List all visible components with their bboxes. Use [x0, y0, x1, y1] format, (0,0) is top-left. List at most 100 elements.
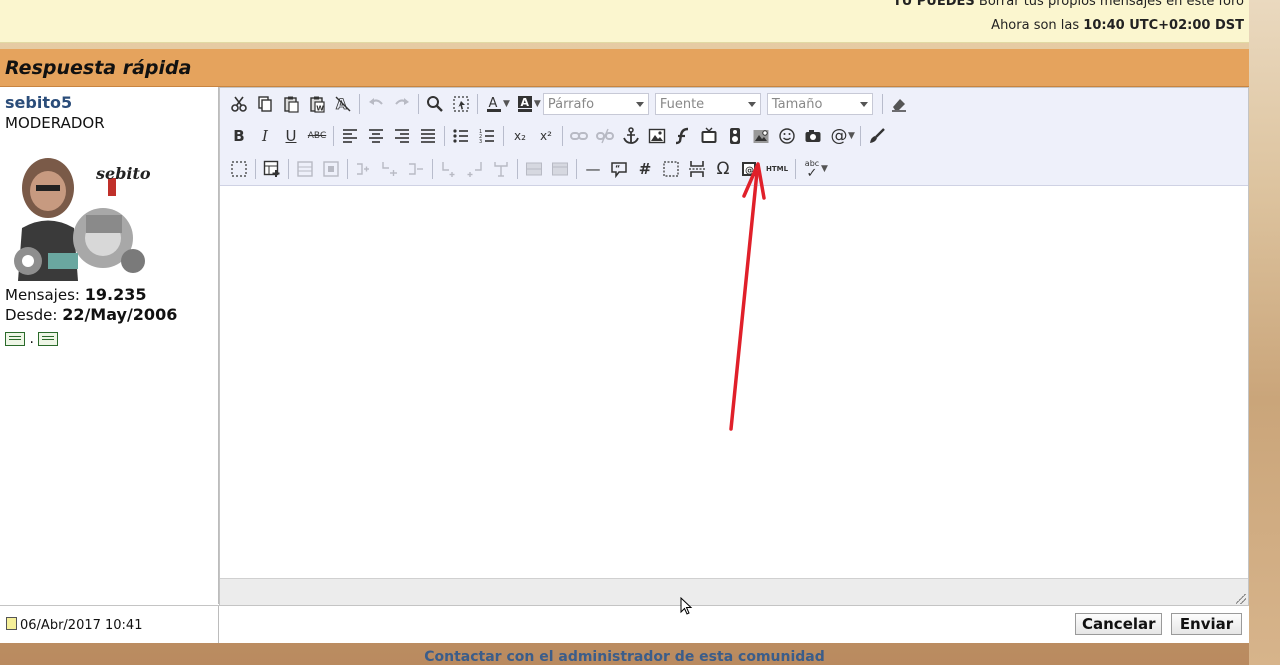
user-rank: MODERADOR	[5, 114, 105, 132]
iframe-icon[interactable]: @	[736, 157, 762, 181]
toolbar-separator	[576, 159, 577, 179]
find-icon[interactable]	[422, 92, 448, 116]
merge-cells-icon[interactable]	[547, 157, 573, 181]
format-dropdown[interactable]: Párrafo	[542, 93, 649, 115]
unlink-icon[interactable]	[592, 124, 618, 148]
reply-footer: 06/Abr/2017 10:41 Cancelar Enviar	[0, 605, 1249, 643]
mouse-cursor-icon	[680, 597, 693, 615]
toolbar-separator	[347, 159, 348, 179]
cancel-button[interactable]: Cancelar	[1075, 613, 1162, 635]
private-message-icon[interactable]	[38, 332, 59, 346]
chevron-down-icon	[747, 102, 756, 107]
quick-reply-panel: Respuesta rápida sebito5 MODERADOR sebit…	[0, 49, 1249, 643]
post-icon	[6, 617, 17, 630]
toolbar-row-3: — “ # Ω @ HTML abc ✓ ▼	[226, 156, 830, 182]
copy-icon[interactable]	[252, 92, 278, 116]
toolbar-row-2: B I U ABC 123 x₂ x² @ ▼	[226, 123, 890, 149]
permission-line: TU PUEDES Borrar tus propios mensajes en…	[892, 0, 1244, 9]
username-link[interactable]: sebito5	[5, 93, 72, 112]
quick-reply-titlebar: Respuesta rápida	[0, 49, 1249, 87]
video-icon[interactable]	[696, 124, 722, 148]
underline-button[interactable]: U	[278, 124, 304, 148]
svg-text:3: 3	[479, 139, 482, 145]
bullet-list-icon[interactable]	[448, 124, 474, 148]
html-source-button[interactable]: HTML	[762, 157, 792, 181]
size-dropdown[interactable]: Tamaño	[766, 93, 873, 115]
panel-title: Respuesta rápida	[5, 57, 192, 79]
redo-icon[interactable]	[389, 92, 415, 116]
toolbar-separator	[562, 126, 563, 146]
cut-icon[interactable]	[226, 92, 252, 116]
flash-icon[interactable]	[670, 124, 696, 148]
toolbar-separator	[418, 94, 419, 114]
select-all-icon[interactable]	[448, 92, 474, 116]
insert-table-icon[interactable]	[259, 157, 285, 181]
bold-button[interactable]: B	[226, 124, 252, 148]
undo-icon[interactable]	[363, 92, 389, 116]
superscript-button[interactable]: x²	[533, 124, 559, 148]
camera-icon[interactable]	[800, 124, 826, 148]
user-avatar: sebito	[8, 143, 158, 281]
quote-icon[interactable]: “	[606, 157, 632, 181]
delete-column-icon[interactable]	[488, 157, 514, 181]
editor-content-area[interactable]	[220, 186, 1248, 577]
paste-word-icon[interactable]: W	[304, 92, 330, 116]
align-left-icon[interactable]	[337, 124, 363, 148]
toolbar-separator	[517, 159, 518, 179]
page-break-icon[interactable]	[684, 157, 710, 181]
strikethrough-button[interactable]: ABC	[304, 124, 330, 148]
font-dropdown[interactable]: Fuente	[654, 93, 761, 115]
rich-text-editor: W A A ▼ A ▼ Párrafo Fuente Tamaño B I U …	[219, 87, 1249, 606]
member-since: Desde: 22/May/2006	[5, 305, 178, 324]
div-container-icon[interactable]	[658, 157, 684, 181]
code-hash-button[interactable]: #	[632, 157, 658, 181]
send-button[interactable]: Enviar	[1171, 613, 1242, 635]
special-char-button[interactable]: Ω	[710, 157, 736, 181]
insert-column-before-icon[interactable]	[436, 157, 462, 181]
toolbar-separator	[881, 94, 883, 114]
gallery-icon[interactable]	[748, 124, 774, 148]
chevron-down-icon[interactable]: ▼	[503, 99, 510, 109]
smiley-icon[interactable]	[774, 124, 800, 148]
chevron-down-icon[interactable]: ▼	[848, 131, 855, 141]
toolbar-separator	[255, 159, 256, 179]
align-center-icon[interactable]	[363, 124, 389, 148]
horizontal-rule-button[interactable]: —	[580, 157, 606, 181]
link-icon[interactable]	[566, 124, 592, 148]
anchor-icon[interactable]	[618, 124, 644, 148]
avatar-signature: sebito	[95, 164, 151, 183]
insert-row-after-icon[interactable]	[377, 157, 403, 181]
table-properties-icon[interactable]	[292, 157, 318, 181]
remove-format-icon[interactable]: A	[330, 92, 356, 116]
eraser-icon[interactable]	[886, 92, 912, 116]
chevron-down-icon[interactable]: ▼	[534, 99, 541, 109]
user-profile-sidebar: sebito5 MODERADOR sebito Mensajes: 19.23…	[0, 87, 219, 604]
numbered-list-icon[interactable]: 123	[474, 124, 500, 148]
toolbar-separator	[288, 159, 289, 179]
resize-grip-icon[interactable]	[1236, 594, 1246, 604]
subscript-button[interactable]: x₂	[507, 124, 533, 148]
contact-admin-link[interactable]: Contactar con el administrador de esta c…	[0, 650, 1249, 665]
italic-button[interactable]: I	[252, 124, 278, 148]
profile-icon[interactable]	[5, 332, 25, 346]
show-blocks-icon[interactable]	[226, 157, 252, 181]
check-icon: ✓	[806, 165, 818, 181]
image-icon[interactable]	[644, 124, 670, 148]
insert-column-after-icon[interactable]	[462, 157, 488, 181]
delete-row-icon[interactable]	[403, 157, 429, 181]
paste-icon[interactable]	[278, 92, 304, 116]
svg-text:“: “	[615, 164, 620, 173]
align-right-icon[interactable]	[389, 124, 415, 148]
toolbar-separator	[795, 159, 796, 179]
align-justify-icon[interactable]	[415, 124, 441, 148]
brush-icon[interactable]	[864, 124, 890, 148]
chevron-down-icon	[859, 102, 868, 107]
toolbar-separator	[432, 159, 433, 179]
chevron-down-icon[interactable]: ▼	[821, 164, 828, 174]
cell-properties-icon[interactable]	[318, 157, 344, 181]
toolbar-separator	[477, 94, 478, 114]
audio-icon[interactable]	[722, 124, 748, 148]
current-time-line: Ahora son las 10:40 UTC+02:00 DST	[991, 18, 1244, 33]
insert-row-before-icon[interactable]	[351, 157, 377, 181]
split-cells-icon[interactable]	[521, 157, 547, 181]
